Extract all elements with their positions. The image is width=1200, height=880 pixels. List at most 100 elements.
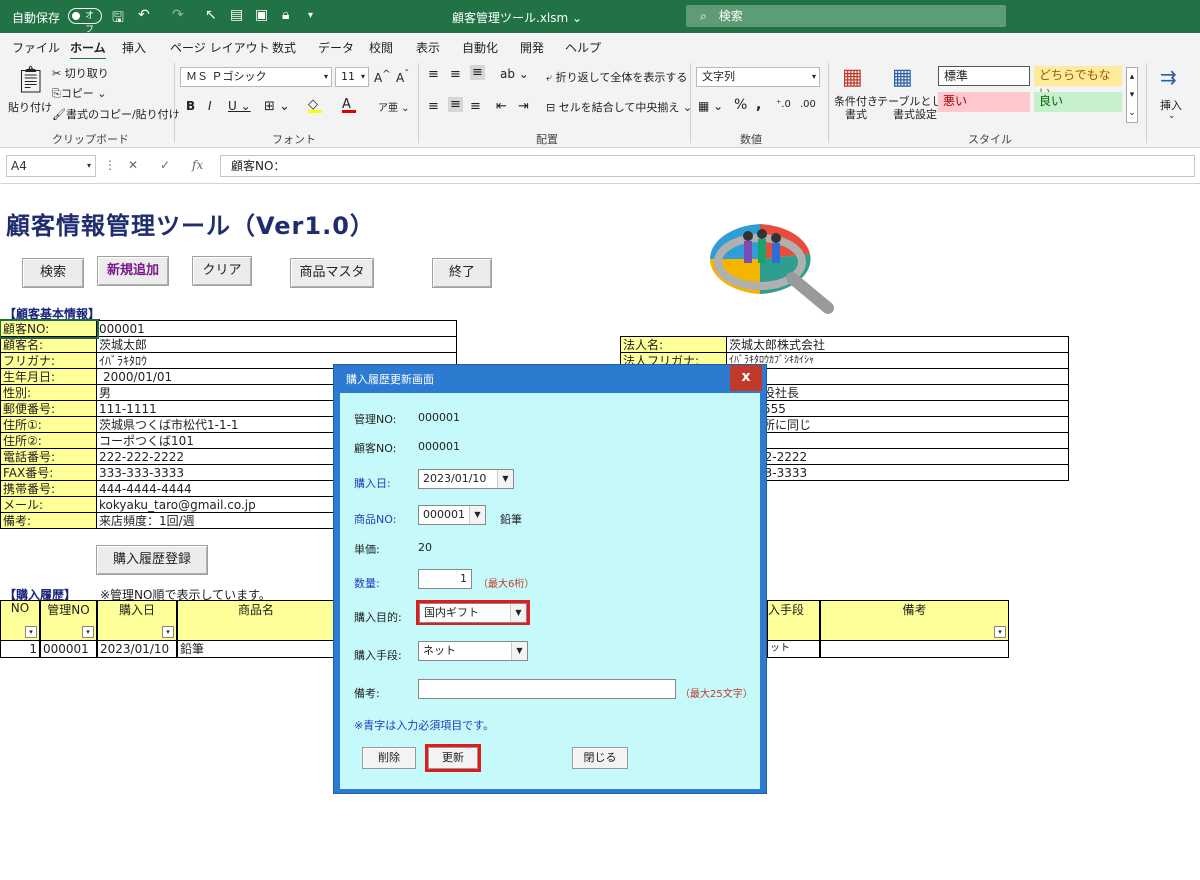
clear-button[interactable]: クリア bbox=[192, 256, 252, 286]
dialog-close-button[interactable]: x bbox=[730, 365, 762, 391]
label-cell[interactable]: 住所①: bbox=[0, 416, 97, 433]
value-cell[interactable]: 33-3333 bbox=[726, 464, 1069, 481]
purchase-date-select[interactable]: 2023/01/10 ▼ bbox=[418, 469, 514, 489]
history-col-product[interactable]: 商品名 bbox=[177, 600, 335, 641]
filter-dropdown-icon[interactable]: ▾ bbox=[162, 626, 174, 638]
decrease-decimal-icon[interactable]: .00 bbox=[800, 99, 816, 110]
increase-decimal-icon[interactable]: ⁺.0 bbox=[776, 99, 791, 110]
comma-icon[interactable]: , bbox=[756, 97, 761, 113]
product-no-select[interactable]: 000001 ▼ bbox=[418, 505, 486, 525]
value-cell[interactable]: 000001 bbox=[96, 320, 457, 337]
increase-font-icon[interactable]: A^ bbox=[374, 69, 391, 85]
label-cell[interactable]: 備考: bbox=[0, 512, 97, 529]
font-name-select[interactable]: ＭＳ Ｐゴシック ▾ bbox=[180, 67, 332, 87]
label-cell[interactable]: メール: bbox=[0, 496, 97, 513]
redo-icon[interactable]: ↷ bbox=[172, 7, 184, 23]
align-right-icon[interactable]: ≡ bbox=[470, 99, 481, 114]
font-size-select[interactable]: 11 ▾ bbox=[335, 67, 369, 87]
style-neutral[interactable]: どちらでもない bbox=[1034, 66, 1122, 100]
tab-home[interactable]: ホーム bbox=[70, 39, 106, 60]
label-cell[interactable]: FAX番号: bbox=[0, 464, 97, 481]
register-history-button[interactable]: 購入履歴登録 bbox=[96, 545, 208, 575]
format-table-icon[interactable]: ▦ bbox=[892, 65, 913, 90]
filter-dropdown-icon[interactable]: ▾ bbox=[25, 626, 37, 638]
close-button[interactable]: 閉じる bbox=[572, 747, 628, 769]
tab-file[interactable]: ファイル bbox=[12, 39, 60, 56]
insert-function-icon[interactable]: fx bbox=[192, 158, 203, 172]
increase-indent-icon[interactable]: ⇥ bbox=[518, 99, 529, 114]
customize-qat-icon[interactable]: ▾ bbox=[308, 10, 313, 21]
value-cell[interactable]: 所に同じ bbox=[726, 416, 1069, 433]
lock-icon[interactable]: 🔒︎ bbox=[282, 7, 289, 23]
format-painter-button[interactable]: 🖌︎書式のコピー/貼り付け bbox=[52, 106, 180, 122]
pointer-icon[interactable]: ↖ bbox=[205, 7, 217, 23]
style-good[interactable]: 良い bbox=[1034, 92, 1122, 112]
window-title[interactable]: 顧客管理ツール.xlsm ⌄ bbox=[452, 9, 582, 26]
insert-dropdown-icon[interactable]: ⌄ bbox=[1168, 111, 1176, 121]
history-col-date[interactable]: 購入日 ▾ bbox=[97, 600, 177, 641]
value-cell[interactable]: 茨城太郎 bbox=[96, 336, 457, 353]
history-cell-method[interactable]: ット bbox=[767, 641, 820, 658]
note-input[interactable] bbox=[418, 679, 676, 699]
value-cell[interactable]: 555 bbox=[726, 400, 1069, 417]
decrease-indent-icon[interactable]: ⇤ bbox=[496, 99, 507, 114]
percent-icon[interactable]: % bbox=[734, 97, 747, 113]
label-cell[interactable]: 住所②: bbox=[0, 432, 97, 449]
tab-help[interactable]: ヘルプ bbox=[565, 39, 601, 56]
form-icon[interactable]: ▣ bbox=[255, 7, 268, 23]
history-cell-id[interactable]: 000001 bbox=[40, 641, 97, 658]
underline-button[interactable]: U ⌄ bbox=[228, 99, 251, 113]
label-cell[interactable]: 電話番号: bbox=[0, 448, 97, 465]
conditional-format-icon[interactable]: ▦ bbox=[842, 65, 863, 90]
value-cell[interactable] bbox=[726, 368, 1069, 385]
font-color-icon[interactable]: A bbox=[342, 97, 356, 113]
border-icon[interactable]: ⊞ ⌄ bbox=[264, 99, 290, 114]
value-cell[interactable]: 締役社長 bbox=[726, 384, 1069, 401]
name-box[interactable]: A4 ▾ bbox=[6, 155, 96, 177]
label-cell[interactable]: 生年月日: bbox=[0, 368, 97, 385]
bold-button[interactable]: B bbox=[186, 99, 195, 113]
filter-dropdown-icon[interactable]: ▾ bbox=[994, 626, 1006, 638]
document-icon[interactable]: ▤ bbox=[230, 7, 243, 23]
merge-center-button[interactable]: ⊟ セルを結合して中央揃え ⌄ bbox=[546, 99, 692, 115]
label-cell[interactable]: 法人名: bbox=[620, 336, 727, 353]
tab-data[interactable]: データ bbox=[318, 39, 354, 56]
label-cell[interactable]: 郵便番号: bbox=[0, 400, 97, 417]
value-cell[interactable]: 22-2222 bbox=[726, 448, 1069, 465]
tab-automate[interactable]: 自動化 bbox=[462, 39, 498, 56]
label-cell[interactable]: 性別: bbox=[0, 384, 97, 401]
tab-formulas[interactable]: 数式 bbox=[272, 39, 296, 56]
fill-color-icon[interactable]: ◇ bbox=[308, 97, 322, 113]
tab-developer[interactable]: 開発 bbox=[520, 39, 544, 56]
history-col-method[interactable]: 入手段 bbox=[767, 600, 820, 641]
italic-button[interactable]: I bbox=[208, 99, 212, 113]
enter-icon[interactable]: ✓ bbox=[160, 158, 170, 172]
update-button[interactable]: 更新 bbox=[428, 747, 478, 769]
accounting-icon[interactable]: ▦ ⌄ bbox=[698, 99, 723, 113]
align-middle-icon[interactable]: ≡ bbox=[450, 67, 461, 82]
filter-dropdown-icon[interactable]: ▾ bbox=[82, 626, 94, 638]
phonetic-icon[interactable]: ア亜 ⌄ bbox=[378, 99, 410, 114]
label-cell[interactable]: 顧客名: bbox=[0, 336, 97, 353]
tab-insert[interactable]: 挿入 bbox=[122, 39, 146, 56]
number-format-select[interactable]: 文字列 ▾ bbox=[696, 67, 820, 87]
search-button[interactable]: 検索 bbox=[22, 258, 84, 288]
tab-review[interactable]: 校閲 bbox=[369, 39, 393, 56]
history-cell-no[interactable]: 1 bbox=[0, 641, 40, 658]
style-bad[interactable]: 悪い bbox=[938, 92, 1030, 112]
history-cell-date[interactable]: 2023/01/10 bbox=[97, 641, 177, 658]
label-cell[interactable]: フリガナ: bbox=[0, 352, 97, 369]
value-cell[interactable]: ｲﾊﾞﾗｷﾀﾛｳｶﾌﾞｼｷｶｲｼｬ bbox=[726, 352, 1069, 369]
purpose-select[interactable]: 国内ギフト ▼ bbox=[419, 603, 527, 623]
method-select[interactable]: ネット ▼ bbox=[418, 641, 528, 661]
orientation-icon[interactable]: ab ⌄ bbox=[500, 67, 529, 81]
autosave-toggle[interactable]: オフ bbox=[68, 8, 102, 35]
label-cell[interactable]: 携帯番号: bbox=[0, 480, 97, 497]
cut-button[interactable]: ✂ 切り取り bbox=[52, 65, 109, 81]
add-new-button[interactable]: 新規追加 bbox=[97, 256, 169, 286]
product-master-button[interactable]: 商品マスタ bbox=[290, 258, 374, 288]
undo-icon[interactable]: ↶ bbox=[138, 7, 150, 23]
copy-button[interactable]: ⎘コピー ⌄ bbox=[52, 85, 107, 101]
tab-view[interactable]: 表示 bbox=[416, 39, 440, 56]
value-cell[interactable] bbox=[726, 432, 1069, 449]
